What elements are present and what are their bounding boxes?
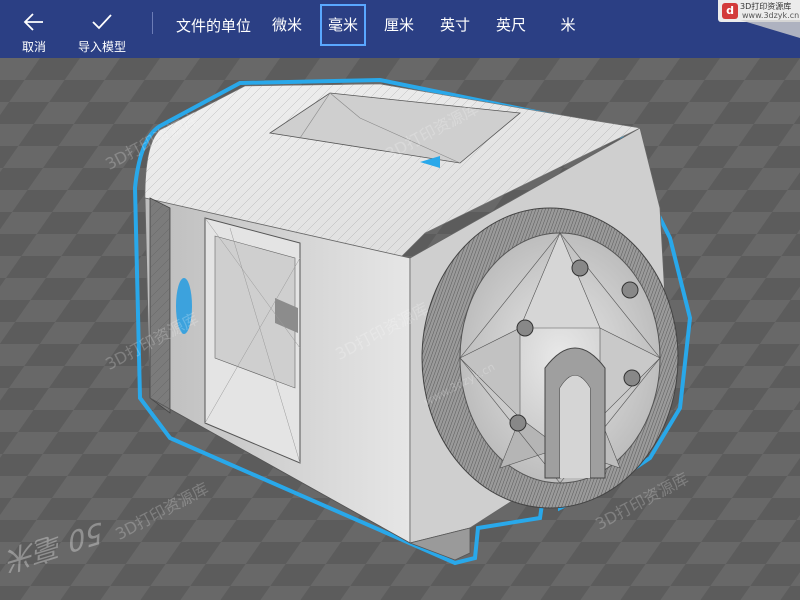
logo-d-icon: d [722,3,738,19]
wheel-bolt [571,259,589,277]
unit-inch[interactable]: 英寸 [430,4,480,46]
unit-micrometer[interactable]: 微米 [262,4,312,46]
cancel-label: 取消 [21,40,46,54]
checkmark-icon [92,14,112,30]
toolbar-divider [152,12,153,34]
wheel-bolt [623,369,641,387]
import-model-button[interactable]: 导入模型 [74,0,130,58]
wheel-bolt [621,281,639,299]
wheel-bolt [516,319,534,337]
top-toolbar: 取消 导入模型 文件的单位 微米 毫米 厘米 英寸 英尺 米 d 3D打印资源库… [0,0,800,58]
watermark-badge-url: www.3dzyk.cn [742,11,800,20]
import-label: 导入模型 [77,40,126,54]
wheel-bolt [509,414,527,432]
cancel-button[interactable]: 取消 [12,0,56,58]
unit-millimeter[interactable]: 毫米 [320,4,366,46]
unit-centimeter[interactable]: 厘米 [374,4,424,46]
3d-viewport[interactable]: 50 毫米 3D打印资源库 3D打印资源库 3D打印资源库 3D打印资源库 3D… [0,58,800,600]
back-arrow-icon [23,13,43,31]
watermark-logo: d 3D打印资源库 www.3dzyk.cn [718,0,800,22]
unit-foot[interactable]: 英尺 [486,4,536,46]
page-curl-decoration [740,20,800,38]
unit-meter[interactable]: 米 [548,4,588,46]
file-units-label: 文件的单位 [176,17,252,35]
